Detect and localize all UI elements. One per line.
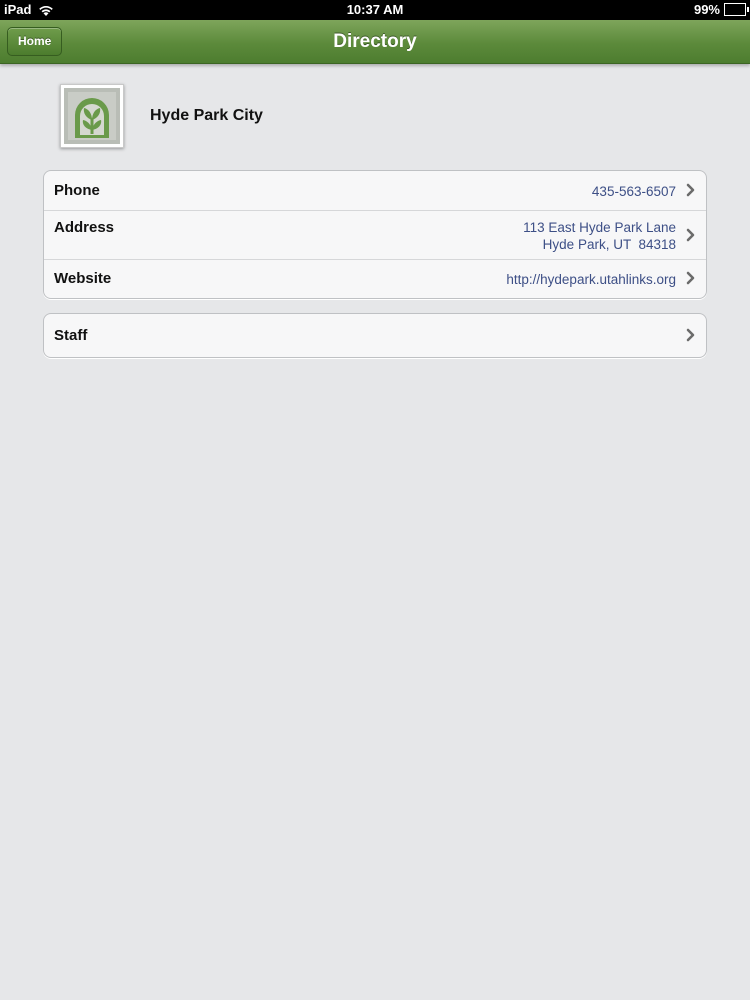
nav-bar: Directory Home xyxy=(0,20,750,64)
phone-label: Phone xyxy=(54,182,100,199)
status-bar: iPad 10:37 AM 99% xyxy=(0,0,750,20)
status-right: 99% xyxy=(693,2,749,17)
phone-row[interactable]: Phone 435-563-6507 xyxy=(44,171,706,211)
contact-info-group: Phone 435-563-6507 Address 113 East Hyde… xyxy=(43,170,707,299)
staff-label: Staff xyxy=(54,327,88,344)
home-button[interactable]: Home xyxy=(7,27,63,56)
status-time: 10:37 AM xyxy=(346,2,404,17)
chevron-right-icon xyxy=(686,228,696,242)
leaf-logo-icon xyxy=(64,88,120,144)
website-value[interactable]: http://hydepark.utahlinks.org xyxy=(506,271,676,288)
website-row[interactable]: Website http://hydepark.utahlinks.org xyxy=(44,260,706,298)
phone-value[interactable]: 435-563-6507 xyxy=(592,183,676,200)
address-value[interactable]: 113 East Hyde Park Lane Hyde Park, UT 84… xyxy=(523,219,676,253)
staff-group: Staff xyxy=(43,313,707,358)
address-row[interactable]: Address 113 East Hyde Park Lane Hyde Par… xyxy=(44,211,706,260)
battery-percent: 99% xyxy=(693,2,720,17)
organization-logo xyxy=(60,84,124,148)
address-label: Address xyxy=(54,219,115,236)
address-line-1: 113 East Hyde Park Lane xyxy=(523,220,676,235)
battery-icon xyxy=(724,3,749,16)
website-label: Website xyxy=(54,270,112,287)
staff-row[interactable]: Staff xyxy=(44,314,706,357)
nav-title: Directory xyxy=(333,31,417,52)
organization-name: Hyde Park City xyxy=(150,107,263,124)
chevron-right-icon xyxy=(686,271,696,285)
chevron-right-icon xyxy=(686,328,696,342)
chevron-right-icon xyxy=(686,183,696,197)
address-line-2: Hyde Park, UT 84318 xyxy=(542,237,676,252)
